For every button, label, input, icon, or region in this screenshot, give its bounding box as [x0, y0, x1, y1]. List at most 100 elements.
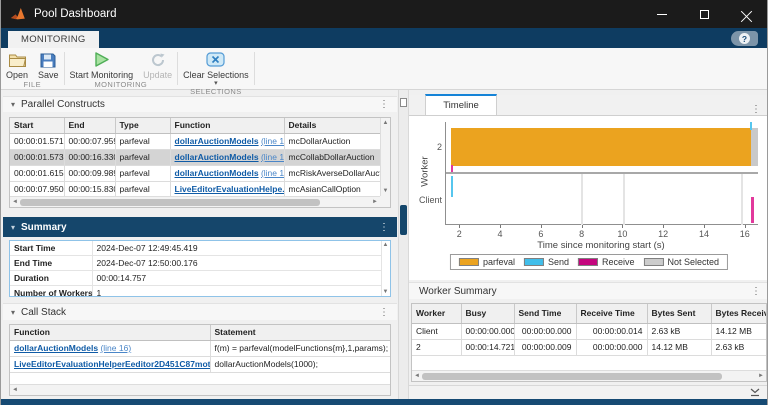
save-button[interactable]: Save	[33, 50, 64, 80]
horizontal-scrollbar[interactable]: ◄ ►	[412, 370, 766, 381]
scroll-up-icon[interactable]: ▲	[383, 120, 389, 126]
scroll-down-icon[interactable]: ▼	[383, 289, 389, 295]
start-monitoring-button[interactable]: Start Monitoring	[65, 50, 139, 80]
column-header-busy[interactable]: Busy	[461, 304, 514, 324]
function-link[interactable]: LiveEditorEvaluationHelpe...	[175, 184, 285, 194]
maximize-icon	[700, 10, 709, 19]
legend-item[interactable]: Not Selected	[644, 257, 720, 267]
scroll-left-icon[interactable]: ◄	[414, 373, 420, 379]
collapsed-panel-icon[interactable]	[400, 98, 407, 107]
worker-summary-header[interactable]: Worker Summary ⋮	[409, 282, 768, 299]
scroll-down-icon[interactable]: ▼	[383, 188, 389, 194]
receive-tick[interactable]	[451, 165, 453, 173]
minimize-button[interactable]	[641, 0, 683, 28]
summary-row[interactable]: Start Time 2024-Dec-07 12:49:45.419	[10, 241, 381, 256]
line-link[interactable]: (line 16)	[261, 152, 284, 162]
summary-value: 1	[92, 286, 381, 298]
line-link[interactable]: (line 16)	[261, 136, 284, 146]
cell-start: 00:00:01.573	[10, 150, 64, 166]
line-link[interactable]: (line 16)	[261, 168, 284, 178]
scroll-up-icon[interactable]: ▲	[383, 242, 389, 248]
tab-monitoring[interactable]: MONITORING	[8, 31, 99, 48]
help-button[interactable]: ?	[731, 31, 758, 46]
horizontal-scrollbar[interactable]: ◄ ►	[10, 196, 380, 207]
scrollbar-thumb[interactable]	[422, 373, 722, 380]
summary-row[interactable]: Number of Workers 1	[10, 286, 381, 298]
parallel-constructs-header[interactable]: ▾ Parallel Constructs ⋮	[3, 96, 397, 112]
kebab-menu-icon[interactable]: ⋮	[379, 307, 389, 318]
collapse-icon[interactable]: ▾	[11, 100, 15, 109]
call-stack-row[interactable]: dollarAuctionModels (line 16) f(m) = par…	[10, 341, 390, 357]
open-button[interactable]: Open	[1, 50, 33, 80]
parfeval-bar[interactable]	[451, 128, 751, 166]
worker-summary-table: Worker Busy Send Time Receive Time Bytes…	[411, 303, 767, 382]
worker-summary-row[interactable]: 2 00:00:14.721 00:00:00.009 00:00:00.000…	[412, 340, 767, 356]
legend-item[interactable]: parfeval	[459, 257, 515, 267]
close-button[interactable]	[725, 0, 767, 28]
clear-selections-button[interactable]: Clear Selections ▾	[178, 50, 254, 87]
function-link[interactable]: dollarAuctionModels	[175, 152, 259, 162]
function-link[interactable]: LiveEditorEvaluationHelperEeditor2D451C8…	[14, 359, 210, 369]
scroll-right-icon[interactable]: ►	[372, 199, 378, 205]
function-link[interactable]: dollarAuctionModels	[14, 343, 98, 353]
panel-splitter[interactable]	[398, 90, 409, 399]
scroll-right-icon[interactable]: ►	[758, 373, 764, 379]
summary-row[interactable]: Duration 00:00:14.757	[10, 271, 381, 286]
update-label: Update	[143, 70, 172, 80]
collapse-icon[interactable]: ▾	[11, 308, 15, 317]
table-row[interactable]: 00:00:01.573 00:00:16.330 parfeval dolla…	[10, 150, 381, 166]
kebab-menu-icon[interactable]: ⋮	[751, 286, 761, 297]
kebab-menu-icon[interactable]: ⋮	[751, 104, 761, 115]
save-icon	[40, 50, 56, 69]
function-link[interactable]: dollarAuctionModels	[175, 136, 259, 146]
column-header-receive-time[interactable]: Receive Time	[576, 304, 647, 324]
tab-timeline[interactable]: Timeline	[425, 94, 497, 115]
cell-bytes-sent: 14.12 MB	[647, 340, 711, 356]
table-row[interactable]: 00:00:01.571 00:00:07.959 parfeval dolla…	[10, 134, 381, 150]
summary-header[interactable]: ▾ Summary ⋮	[3, 217, 397, 237]
cell-type: parfeval	[115, 150, 170, 166]
column-header-details[interactable]: Details	[284, 118, 381, 134]
column-header-function[interactable]: Function	[10, 325, 210, 341]
send-tick[interactable]	[451, 176, 453, 198]
call-stack-header[interactable]: ▾ Call Stack ⋮	[3, 303, 397, 320]
column-header-bytes-sent[interactable]: Bytes Sent	[647, 304, 711, 324]
table-row[interactable]: 00:00:01.615 00:00:09.989 parfeval dolla…	[10, 166, 381, 182]
column-header-worker[interactable]: Worker	[412, 304, 461, 324]
vertical-scrollbar[interactable]: ▲ ▼	[380, 118, 390, 196]
horizontal-scrollbar[interactable]: ◄	[10, 384, 390, 395]
dock-panel-icon[interactable]	[750, 388, 760, 397]
kebab-menu-icon[interactable]: ⋮	[379, 222, 389, 233]
summary-row[interactable]: End Time 2024-Dec-07 12:50:00.176	[10, 256, 381, 271]
column-header-statement[interactable]: Statement	[210, 325, 390, 341]
column-header-start[interactable]: Start	[10, 118, 64, 134]
not-selected-bar[interactable]	[751, 128, 758, 166]
function-link[interactable]: dollarAuctionModels	[175, 168, 259, 178]
receive-bar[interactable]	[751, 197, 754, 223]
column-header-bytes-received[interactable]: Bytes Received	[711, 304, 767, 324]
kebab-menu-icon[interactable]: ⋮	[379, 99, 389, 110]
legend-item[interactable]: Send	[524, 257, 569, 267]
collapse-icon[interactable]: ▾	[11, 223, 15, 232]
column-header-function[interactable]: Function	[170, 118, 284, 134]
vertical-scrollbar[interactable]: ▲ ▼	[381, 241, 390, 296]
call-stack-row[interactable]: LiveEditorEvaluationHelperEeditor2D451C8…	[10, 357, 390, 373]
column-header-send-time[interactable]: Send Time	[514, 304, 576, 324]
scroll-left-icon[interactable]: ◄	[12, 387, 18, 393]
line-link[interactable]: (line 16)	[100, 343, 131, 353]
timeline-plot-area[interactable]	[445, 122, 758, 225]
maximize-button[interactable]	[683, 0, 725, 28]
panel-title: Summary	[21, 222, 67, 233]
update-button[interactable]: Update	[138, 50, 177, 80]
send-tick[interactable]	[750, 122, 752, 130]
column-header-type[interactable]: Type	[115, 118, 170, 134]
worker-summary-row[interactable]: Client 00:00:00.000 00:00:00.000 00:00:0…	[412, 324, 767, 340]
scrollbar-thumb[interactable]	[20, 199, 320, 206]
cell-end: 00:00:09.989	[64, 166, 115, 182]
splitter-drag-handle[interactable]	[400, 205, 407, 235]
legend-item[interactable]: Receive	[578, 257, 635, 267]
column-header-end[interactable]: End	[64, 118, 115, 134]
x-axis-tick-label: 6	[538, 229, 543, 239]
scroll-left-icon[interactable]: ◄	[12, 199, 18, 205]
summary-table: Start Time 2024-Dec-07 12:49:45.419 End …	[9, 240, 391, 297]
